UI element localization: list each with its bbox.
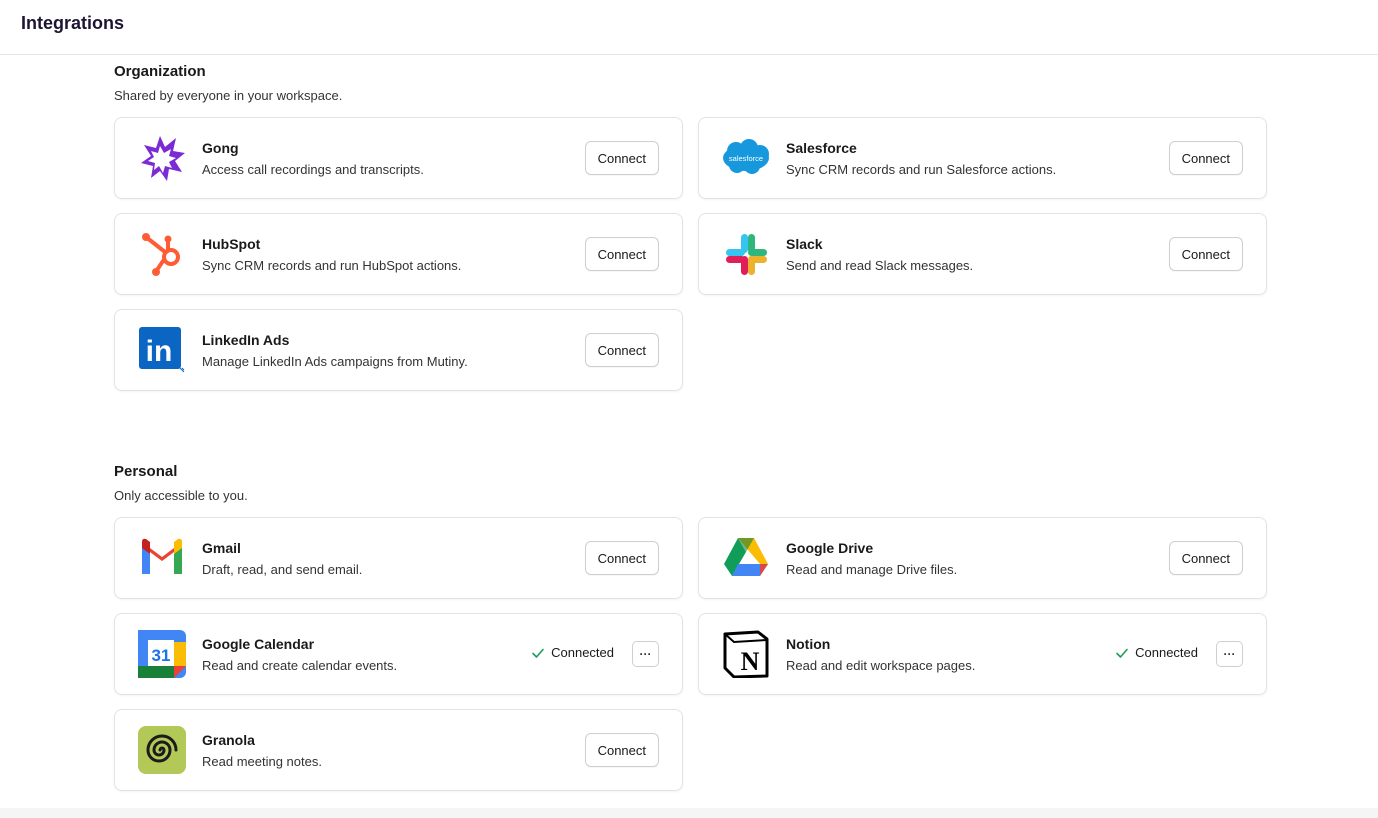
- gong-icon: [138, 134, 186, 182]
- top-bar: Integrations: [0, 0, 1378, 55]
- svg-text:N: N: [741, 647, 760, 676]
- connect-button-hubspot[interactable]: Connect: [584, 237, 659, 271]
- integration-description: Sync CRM records and run Salesforce acti…: [786, 162, 1057, 177]
- connect-button-google-drive[interactable]: Connect: [1168, 541, 1243, 575]
- status-label: Connected: [551, 645, 614, 660]
- integration-name: LinkedIn Ads: [202, 332, 290, 348]
- integration-name: Salesforce: [786, 140, 857, 156]
- integration-description: Access call recordings and transcripts.: [202, 162, 424, 177]
- connect-button-linkedin-ads[interactable]: Connect: [584, 333, 659, 367]
- check-icon: [532, 648, 544, 658]
- integration-card-salesforce: salesforce Salesforce Sync CRM records a…: [698, 117, 1267, 199]
- notion-icon: N: [722, 630, 770, 678]
- integration-name: Google Drive: [786, 540, 874, 556]
- integration-card-linkedin-ads: in LinkedIn Ads Manage LinkedIn Ads camp…: [114, 309, 683, 391]
- linkedin-icon: in: [138, 326, 186, 374]
- salesforce-icon: salesforce: [722, 134, 770, 182]
- connect-button-salesforce[interactable]: Connect: [1168, 141, 1243, 175]
- connect-button-gong[interactable]: Connect: [584, 141, 659, 175]
- integration-description: Read and manage Drive files.: [786, 562, 958, 577]
- integration-card-slack: Slack Send and read Slack messages. Conn…: [698, 213, 1267, 295]
- integration-description: Draft, read, and send email.: [202, 562, 363, 577]
- svg-text:31: 31: [152, 646, 171, 665]
- integration-card-notion: N Notion Read and edit workspace pages. …: [698, 613, 1267, 695]
- svg-text:in: in: [146, 335, 173, 368]
- granola-icon: [138, 726, 186, 774]
- integration-name: Gong: [202, 140, 239, 156]
- integration-name: HubSpot: [202, 236, 261, 252]
- integration-description: Send and read Slack messages.: [786, 258, 974, 273]
- integration-description: Sync CRM records and run HubSpot actions…: [202, 258, 462, 273]
- more-options-button[interactable]: ···: [632, 641, 659, 667]
- integration-card-google-drive: Google Drive Read and manage Drive files…: [698, 517, 1267, 599]
- integration-card-gmail: Gmail Draft, read, and send email. Conne…: [114, 517, 683, 599]
- status-label: Connected: [1135, 645, 1198, 660]
- connect-button-slack[interactable]: Connect: [1168, 237, 1243, 271]
- bottom-strip: [0, 808, 1378, 818]
- integration-name: Granola: [202, 732, 255, 748]
- section-subtitle-organization: Shared by everyone in your workspace.: [114, 88, 343, 103]
- integration-name: Google Calendar: [202, 636, 315, 652]
- page-title: Integrations: [21, 13, 125, 33]
- integration-card-google-calendar: 31 Google Calendar Read and create calen…: [114, 613, 683, 695]
- connected-status: Connected: [531, 645, 614, 660]
- integration-description: Read and edit workspace pages.: [786, 658, 976, 673]
- integration-name: Notion: [786, 636, 831, 652]
- hubspot-icon: [138, 230, 186, 278]
- integration-description: Manage LinkedIn Ads campaigns from Mutin…: [202, 354, 468, 369]
- gmail-icon: [138, 534, 186, 582]
- integration-name: Gmail: [202, 540, 241, 556]
- integration-name: Slack: [786, 236, 823, 252]
- section-title-personal: Personal: [114, 463, 178, 480]
- google-drive-icon: [722, 534, 770, 582]
- connected-status: Connected: [1115, 645, 1198, 660]
- google-calendar-icon: 31: [138, 630, 186, 678]
- section-subtitle-personal: Only accessible to you.: [114, 488, 248, 503]
- integration-card-hubspot: HubSpot Sync CRM records and run HubSpot…: [114, 213, 683, 295]
- integration-description: Read meeting notes.: [202, 754, 322, 769]
- connect-button-granola[interactable]: Connect: [584, 733, 659, 767]
- more-options-button[interactable]: ···: [1216, 641, 1243, 667]
- connect-button-gmail[interactable]: Connect: [584, 541, 659, 575]
- section-title-organization: Organization: [114, 63, 206, 80]
- check-icon: [1116, 648, 1128, 658]
- integration-card-gong: Gong Access call recordings and transcri…: [114, 117, 683, 199]
- slack-icon: [722, 230, 770, 278]
- integration-card-granola: Granola Read meeting notes. Connect: [114, 709, 683, 791]
- integration-description: Read and create calendar events.: [202, 658, 398, 673]
- svg-text:salesforce: salesforce: [729, 154, 763, 163]
